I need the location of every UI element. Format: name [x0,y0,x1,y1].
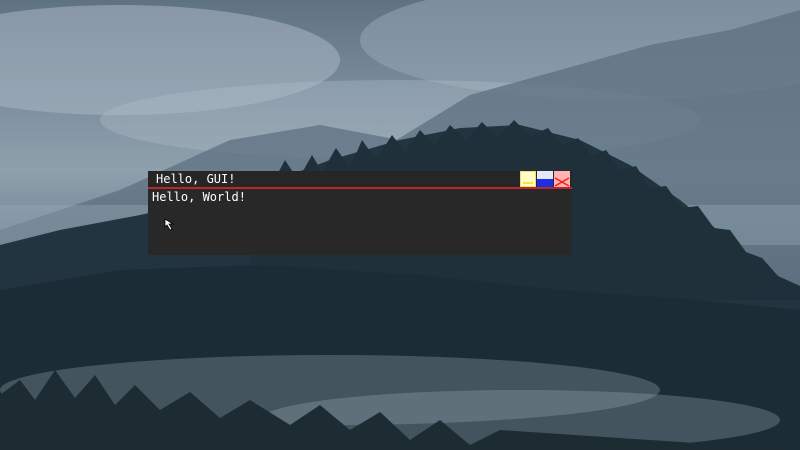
window-title: Hello, GUI! [156,172,236,186]
minimize-icon [523,182,533,184]
app-window: Hello, GUI! Hello, World! [148,171,572,255]
close-button[interactable] [554,171,570,187]
window-content-text: Hello, World! [152,190,246,204]
window-titlebar[interactable]: Hello, GUI! [148,171,572,187]
minimize-button[interactable] [520,171,536,187]
arrow-cursor-icon [164,218,175,231]
close-icon [554,177,570,187]
maximize-button[interactable] [537,171,553,187]
